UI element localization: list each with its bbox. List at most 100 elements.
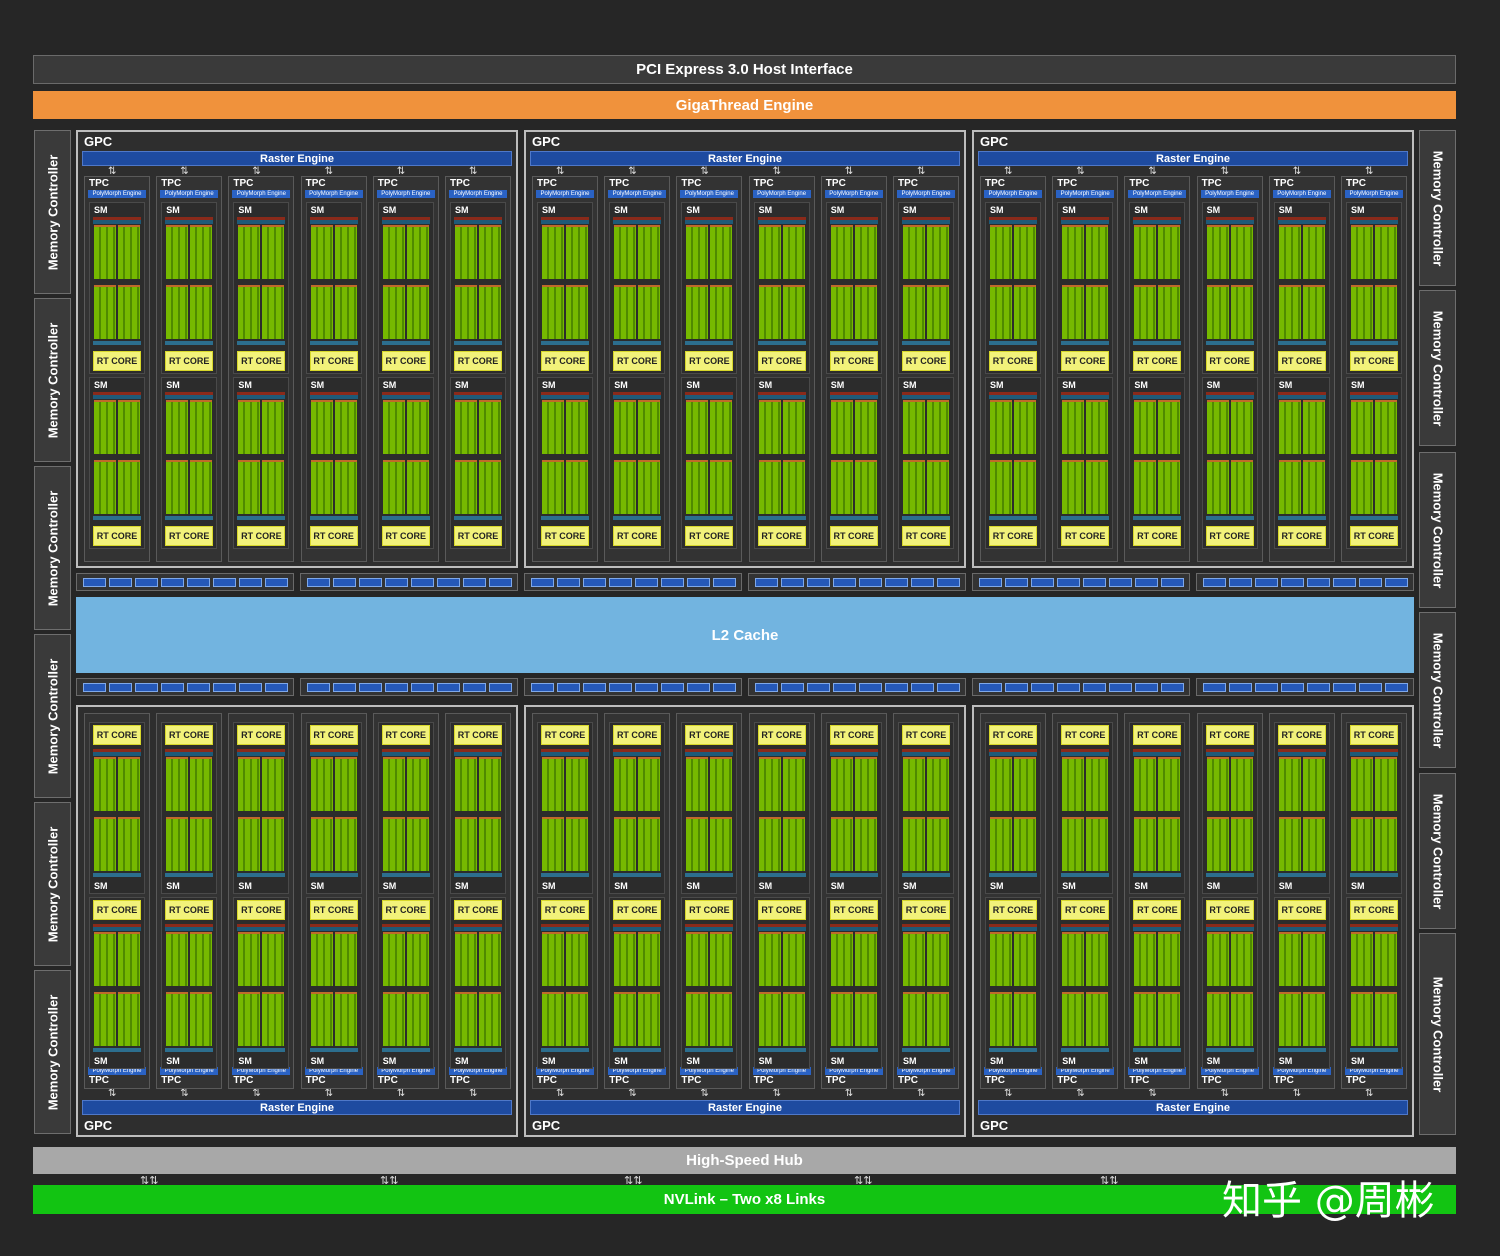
gpc-block: GPC Raster Engine ⇅ TPC PolyMorph Engine SM RT… (524, 130, 966, 568)
rt-core: RT CORE (989, 351, 1037, 371)
tpc-label: TPC (89, 178, 109, 189)
sm-block: SM RT CORE (753, 377, 810, 549)
gigathread-engine: GigaThread Engine (33, 91, 1456, 119)
sm-label: SM (94, 1056, 108, 1066)
cuda-core-block (94, 460, 116, 514)
cuda-core-block (455, 225, 477, 279)
l2-slice (755, 577, 778, 587)
sm-label: SM (830, 881, 845, 891)
tpc-label: TPC (1129, 178, 1150, 189)
l2-slice (979, 577, 1002, 587)
cuda-core-block (238, 460, 261, 514)
gpc-label: GPC (980, 134, 1009, 149)
cuda-core-block (262, 285, 285, 339)
tpc-label: TPC (753, 1075, 774, 1086)
l2-slice (1281, 682, 1304, 692)
tpc-block: TPC PolyMorph Engine SM RT CORE SM RT CORE (445, 713, 511, 1089)
register-band (757, 1048, 806, 1052)
cuda-core-block (1206, 932, 1229, 986)
l2-slice (911, 682, 934, 692)
rt-core: RT CORE (1277, 526, 1326, 546)
cuda-core-block (927, 817, 949, 871)
sm-label: SM (238, 380, 252, 390)
cuda-core-block (542, 992, 564, 1046)
cuda-core-block (1134, 932, 1157, 986)
cuda-core-block (1134, 400, 1157, 454)
sm-block: SM RT CORE (825, 202, 882, 374)
memory-controller-label: Memory Controller (1430, 310, 1446, 426)
sm-label: SM (382, 881, 397, 891)
rt-core: RT CORE (93, 351, 141, 371)
sm-label: SM (1278, 380, 1293, 390)
sm-core-stack (541, 924, 589, 1056)
l2-slice (1083, 577, 1106, 587)
cuda-core-block (686, 817, 709, 871)
sm-block: SM RT CORE (1346, 202, 1402, 374)
sm-core-stack (454, 217, 502, 349)
tpc-block: TPC PolyMorph Engine SM RT CORE SM RT CORE (1052, 176, 1119, 562)
cuda-core-block (479, 757, 501, 811)
cuda-core-block (566, 400, 588, 454)
sm-label: SM (1134, 380, 1148, 390)
sm-block: SM RT CORE (305, 377, 362, 549)
sm-block: SM RT CORE (825, 722, 882, 894)
rt-core: RT CORE (165, 351, 214, 371)
sm-block: SM RT CORE (537, 377, 593, 549)
sm-label: SM (686, 1056, 700, 1066)
register-band (902, 1048, 950, 1052)
cuda-core-block (854, 400, 877, 454)
sm-label: SM (830, 1056, 845, 1066)
cuda-core-block (118, 400, 140, 454)
cuda-core-block (614, 400, 637, 454)
sm-label: SM (455, 205, 469, 215)
cuda-core-block (686, 932, 709, 986)
memory-controller-right: Memory Controller (1419, 933, 1456, 1135)
register-band (829, 873, 878, 877)
l2-slice (411, 682, 434, 692)
data-arrows: ⇅ (844, 1088, 854, 1099)
tpc-block: TPC PolyMorph Engine SM RT CORE SM RT CORE (228, 713, 295, 1089)
sm-label: SM (382, 380, 397, 390)
l2-slice (755, 682, 778, 692)
l2-slice (557, 682, 580, 692)
rt-core: RT CORE (1205, 526, 1254, 546)
l2-slice (1135, 577, 1158, 587)
rt-core: RT CORE (1205, 351, 1254, 371)
register-band (685, 341, 734, 345)
cuda-core-block (638, 992, 661, 1046)
cuda-core-block (238, 817, 261, 871)
cuda-core-block (710, 285, 733, 339)
tpc-block: TPC PolyMorph Engine SM RT CORE SM RT CORE (676, 713, 743, 1089)
rt-core: RT CORE (1133, 526, 1182, 546)
cuda-core-block (455, 285, 477, 339)
register-band (381, 516, 430, 520)
sm-core-stack (1205, 749, 1254, 881)
cuda-core-block (990, 225, 1012, 279)
tpc-label: TPC (450, 1075, 470, 1086)
register-band (757, 341, 806, 345)
l2-slice (781, 577, 804, 587)
sm-core-stack (1061, 749, 1110, 881)
l2-slice (1385, 577, 1408, 587)
l2-slice (359, 682, 382, 692)
sm-block: SM RT CORE (233, 722, 290, 894)
sm-label: SM (1062, 881, 1076, 891)
cuda-core-block (1351, 400, 1373, 454)
cuda-core-block (686, 225, 709, 279)
nvlink-arrows: ⇅⇅ (140, 1175, 159, 1187)
tpc-block: TPC PolyMorph Engine SM RT CORE SM RT CORE (372, 713, 439, 1089)
l2-slice (807, 577, 830, 587)
register-band (685, 1048, 734, 1052)
sm-core-stack (613, 749, 662, 881)
register-band (757, 516, 806, 520)
register-band (902, 516, 950, 520)
cuda-core-block (334, 400, 357, 454)
cuda-core-block (990, 757, 1012, 811)
cuda-core-block (1302, 460, 1325, 514)
cuda-core-block (758, 285, 781, 339)
sm-block: SM RT CORE (233, 897, 290, 1069)
rt-core: RT CORE (1350, 526, 1398, 546)
cuda-core-block (927, 400, 949, 454)
sm-core-stack (165, 749, 214, 881)
cuda-core-block (310, 285, 333, 339)
